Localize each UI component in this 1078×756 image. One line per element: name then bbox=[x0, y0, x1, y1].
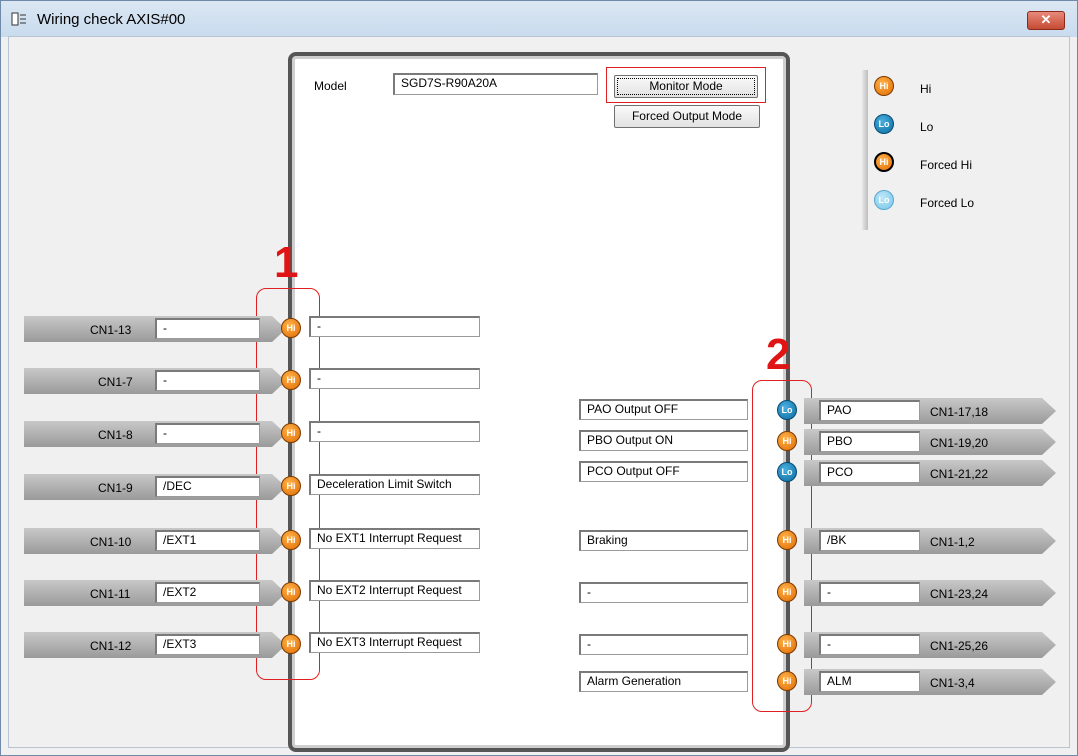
output-pin-label: CN1-23,24 bbox=[930, 587, 989, 601]
input-pin-label: CN1-7 bbox=[98, 375, 133, 389]
output-description-field: PBO Output ON bbox=[579, 430, 748, 451]
input-signal-field: /DEC bbox=[155, 476, 260, 497]
output-description-field: - bbox=[579, 582, 748, 603]
output-signal-field: PBO bbox=[819, 431, 920, 452]
legend-forced-lo-icon: Lo bbox=[874, 190, 894, 210]
output-pin-label: CN1-3,4 bbox=[930, 676, 975, 690]
output-pin-label: CN1-21,22 bbox=[930, 467, 989, 481]
input-pin-label: CN1-8 bbox=[98, 428, 133, 442]
input-description-field: - bbox=[309, 368, 480, 389]
output-status-icon: Hi bbox=[777, 431, 797, 451]
input-status-icon: Hi bbox=[281, 634, 301, 654]
output-pin-label: CN1-19,20 bbox=[930, 436, 989, 450]
input-status-icon: Hi bbox=[281, 318, 301, 338]
input-description-field: No EXT1 Interrupt Request bbox=[309, 528, 480, 549]
input-pin-label: CN1-13 bbox=[90, 323, 132, 337]
output-description-field: Braking bbox=[579, 530, 748, 551]
input-signal-field: - bbox=[155, 423, 260, 444]
input-signal-field: - bbox=[155, 370, 260, 391]
output-description-field: PCO Output OFF bbox=[579, 461, 748, 482]
output-description-field: - bbox=[579, 634, 748, 655]
legend-bar bbox=[862, 70, 868, 230]
input-pin-label: CN1-11 bbox=[90, 587, 131, 601]
title-bar: Wiring check AXIS#00 ✕ bbox=[1, 1, 1077, 37]
window-title: Wiring check AXIS#00 bbox=[37, 11, 186, 28]
output-signal-field: PAO bbox=[819, 400, 920, 421]
output-pin-label: CN1-1,2 bbox=[930, 535, 975, 549]
legend-forced-lo-label: Forced Lo bbox=[920, 196, 975, 210]
input-status-icon: Hi bbox=[281, 530, 301, 550]
legend-lo-icon: Lo bbox=[874, 114, 894, 134]
output-status-icon: Lo bbox=[777, 400, 797, 420]
input-pin-label: CN1-12 bbox=[90, 639, 132, 653]
window-app-icon bbox=[11, 12, 26, 26]
input-description-field: No EXT3 Interrupt Request bbox=[309, 632, 480, 653]
input-signal-field: /EXT2 bbox=[155, 582, 260, 603]
output-pin-label: CN1-25,26 bbox=[930, 639, 989, 653]
output-signal-field: - bbox=[819, 582, 920, 603]
legend-hi-icon: Hi bbox=[874, 76, 894, 96]
legend-lo-label: Lo bbox=[920, 120, 934, 134]
input-pin-label: CN1-10 bbox=[90, 535, 132, 549]
input-description-field: - bbox=[309, 421, 480, 442]
model-value: SGD7S-R90A20A bbox=[393, 73, 598, 95]
output-description-field: Alarm Generation bbox=[579, 671, 748, 692]
output-status-icon: Hi bbox=[777, 671, 797, 691]
output-status-icon: Lo bbox=[777, 462, 797, 482]
monitor-mode-button[interactable]: Monitor Mode bbox=[614, 75, 758, 98]
input-status-icon: Hi bbox=[281, 476, 301, 496]
input-status-icon: Hi bbox=[281, 582, 301, 602]
output-signal-field: ALM bbox=[819, 671, 920, 692]
output-pin-label: CN1-17,18 bbox=[930, 405, 989, 419]
output-status-icon: Hi bbox=[777, 634, 797, 654]
output-signal-field: /BK bbox=[819, 530, 920, 551]
legend-forced-hi-icon: Hi bbox=[874, 152, 894, 172]
input-description-field: - bbox=[309, 316, 480, 337]
output-status-icon: Hi bbox=[777, 530, 797, 550]
input-description-field: Deceleration Limit Switch bbox=[309, 474, 480, 495]
inputs-annotation-number: 1 bbox=[274, 238, 299, 287]
input-status-icon: Hi bbox=[281, 423, 301, 443]
outputs-annotation-number: 2 bbox=[766, 330, 791, 379]
input-pin-label: CN1-9 bbox=[98, 481, 133, 495]
close-button[interactable]: ✕ bbox=[1027, 11, 1065, 30]
legend-forced-hi-label: Forced Hi bbox=[920, 158, 973, 172]
output-signal-field: - bbox=[819, 634, 920, 655]
input-signal-field: - bbox=[155, 318, 260, 339]
input-signal-field: /EXT1 bbox=[155, 530, 260, 551]
output-description-field: PAO Output OFF bbox=[579, 399, 748, 420]
output-status-icon: Hi bbox=[777, 582, 797, 602]
output-signal-field: PCO bbox=[819, 462, 920, 483]
legend-hi-label: Hi bbox=[920, 82, 932, 96]
model-label: Model bbox=[314, 79, 347, 93]
input-description-field: No EXT2 Interrupt Request bbox=[309, 580, 480, 601]
input-signal-field: /EXT3 bbox=[155, 634, 260, 655]
input-status-icon: Hi bbox=[281, 370, 301, 390]
forced-output-mode-button[interactable]: Forced Output Mode bbox=[614, 105, 760, 128]
